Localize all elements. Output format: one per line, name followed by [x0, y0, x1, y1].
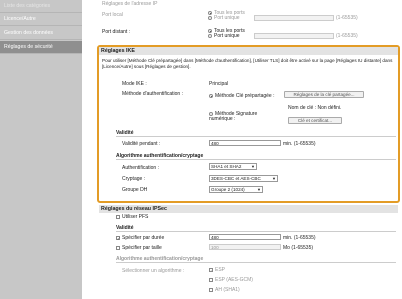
- algo-crypt-select[interactable]: 3DES-CBC et AES-CBC ▼: [209, 175, 278, 182]
- algo-divider: [116, 159, 396, 160]
- psk-settings-button[interactable]: Réglages de la clé partagée...: [284, 91, 364, 98]
- ike-description: Pour utiliser [Méthode Clé prépartagée] …: [102, 58, 393, 69]
- by-time-label: Spécifier par durée: [122, 235, 165, 241]
- pfs-label: Utiliser PFS: [122, 214, 149, 220]
- esp-aes-checkbox[interactable]: [209, 278, 213, 282]
- ah-label: AH (SHA1): [215, 287, 240, 293]
- esp-label: ESP: [215, 267, 226, 273]
- algo-auth-label: Authentification :: [122, 165, 159, 171]
- source-port-label: Port local: [102, 12, 123, 18]
- source-port-single-radio[interactable]: [208, 16, 212, 20]
- dest-port-input[interactable]: [254, 33, 334, 39]
- dest-port-all-radio[interactable]: [208, 29, 212, 33]
- dest-port-single-label: Port unique: [214, 33, 240, 39]
- ah-checkbox[interactable]: [209, 288, 213, 292]
- sidebar: Liste des catégories Licence/Autre Gesti…: [0, 0, 82, 299]
- ipsec-title: Réglages du réseau IPSec: [101, 206, 167, 212]
- ike-title: Réglages IKE: [101, 48, 135, 54]
- auth-psk-radio[interactable]: [209, 94, 213, 98]
- algo-auth-select[interactable]: SHA1 et SHA2 ▼: [209, 163, 257, 170]
- by-size-label: Spécifier par taille: [122, 245, 162, 251]
- auth-psk-label: Méthode Clé prépartagée :: [215, 93, 275, 99]
- auth-signature-label-2: numérique :: [209, 116, 236, 122]
- algo-crypt-label: Cryptage :: [122, 176, 146, 182]
- source-port-all-radio[interactable]: [208, 11, 212, 15]
- dest-port-label: Port distant :: [102, 29, 131, 35]
- chevron-down-icon: ▼: [251, 164, 255, 169]
- sidebar-item-data-management[interactable]: Gestion des données: [0, 27, 82, 40]
- ipsec-algo-divider: [116, 262, 396, 263]
- ike-title-bar: Réglages IKE: [99, 47, 398, 55]
- key-certificate-button[interactable]: Clé et certificat...: [288, 117, 342, 124]
- validity-label: Validité pendant :: [122, 141, 161, 147]
- by-size-input[interactable]: 100: [209, 244, 281, 250]
- ike-mode-label: Mode IKE :: [122, 81, 147, 87]
- by-time-checkbox[interactable]: ✓: [116, 236, 120, 241]
- validity-input[interactable]: 480: [209, 140, 281, 146]
- main-content: Réglages de l'adresse IP Port local Tous…: [82, 0, 402, 299]
- algo-auth-value: SHA1 et SHA2: [211, 164, 242, 169]
- by-time-input[interactable]: 480: [209, 234, 281, 240]
- algo-dh-select[interactable]: Groupe 2 (1024) ▼: [209, 186, 263, 193]
- select-algo-label: Sélectionner un algorithme :: [122, 268, 185, 274]
- dest-port-single-radio[interactable]: [208, 34, 212, 38]
- dest-port-range: (1-65535): [336, 33, 358, 39]
- address-header: Réglages de l'adresse IP: [102, 1, 158, 7]
- source-port-range: (1-65535): [336, 15, 358, 21]
- algo-crypt-value: 3DES-CBC et AES-CBC: [211, 176, 261, 181]
- by-size-checkbox[interactable]: [116, 246, 120, 250]
- sidebar-item-licence[interactable]: Licence/Autre: [0, 13, 82, 26]
- chevron-down-icon: ▼: [272, 176, 276, 181]
- source-port-input[interactable]: [254, 15, 334, 21]
- validity-range: min. (1-65535): [283, 141, 316, 147]
- sidebar-item-categories[interactable]: Liste des catégories: [0, 0, 82, 13]
- by-size-range: Mo (1-65535): [283, 245, 314, 251]
- auth-method-label: Méthode d'authentification :: [122, 91, 183, 97]
- esp-aes-label: ESP (AES-GCM): [215, 277, 253, 283]
- esp-checkbox[interactable]: ✓: [209, 268, 213, 273]
- ipsec-validity-divider: [116, 231, 396, 232]
- ike-mode-value: Principal: [209, 81, 229, 87]
- ipsec-title-bar: Réglages du réseau IPSec: [99, 205, 398, 213]
- sidebar-item-security[interactable]: Réglages de sécurité: [0, 41, 82, 54]
- algo-dh-value: Groupe 2 (1024): [211, 187, 245, 192]
- by-time-range: min. (1-65535): [283, 235, 316, 241]
- validity-divider: [116, 136, 396, 137]
- pfs-checkbox[interactable]: [116, 215, 120, 219]
- algo-dh-label: Groupe DH: [122, 187, 148, 193]
- key-name-label: Nom de clé : Non défini.: [288, 105, 342, 111]
- chevron-down-icon: ▼: [257, 187, 261, 192]
- source-port-single-label: Port unique: [214, 15, 240, 21]
